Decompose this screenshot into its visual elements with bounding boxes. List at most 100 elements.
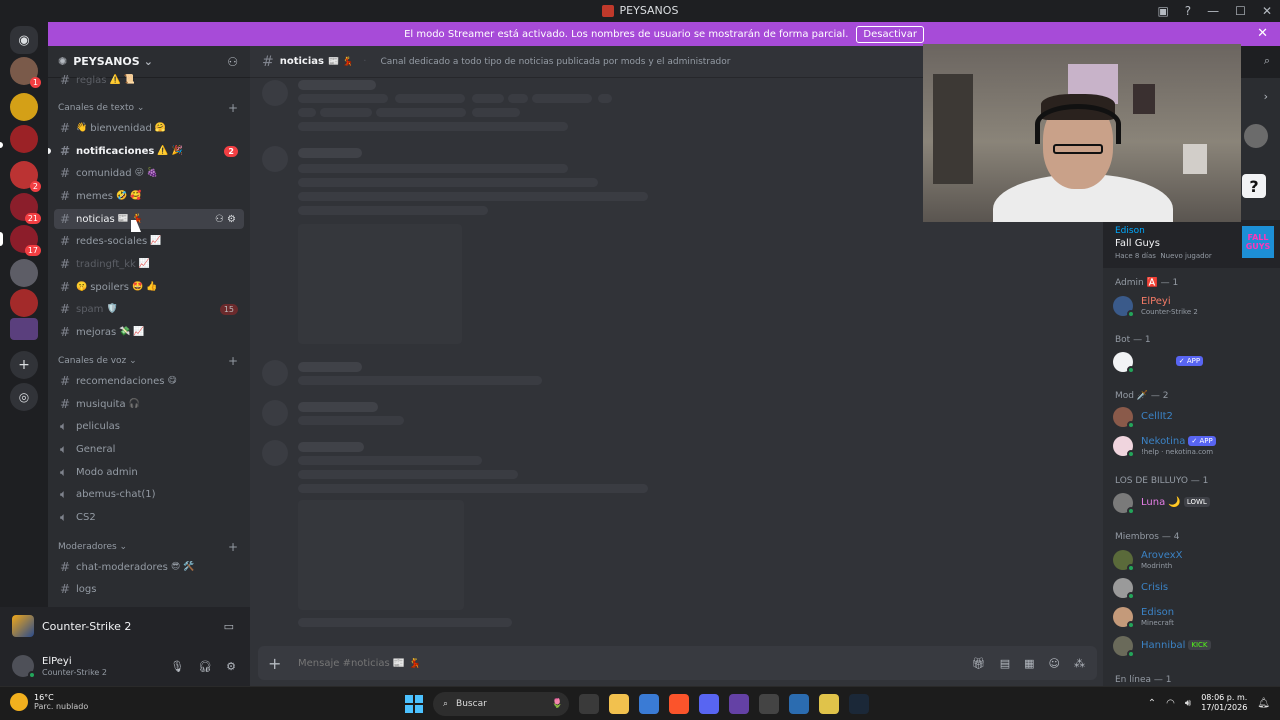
add-channel-icon[interactable]: + bbox=[228, 540, 238, 554]
server-icon-active[interactable]: 17 bbox=[10, 225, 41, 256]
app-icon[interactable] bbox=[789, 694, 809, 714]
message-input[interactable] bbox=[298, 657, 898, 669]
windows-start-icon[interactable] bbox=[405, 695, 423, 713]
minimize-button[interactable]: — bbox=[1207, 4, 1219, 18]
discord-home-icon[interactable]: ◉ bbox=[10, 26, 38, 54]
inbox-icon[interactable]: ▣ bbox=[1157, 4, 1168, 18]
gif-icon[interactable]: ▤ bbox=[1000, 657, 1010, 670]
gift-icon[interactable]: 🎁︎ bbox=[972, 657, 986, 670]
clock[interactable]: 08:06 p. m. 17/01/2026 bbox=[1201, 693, 1247, 713]
server-icon-peysanos[interactable] bbox=[10, 125, 38, 153]
chevron-up-icon[interactable]: ⌃ bbox=[1148, 698, 1156, 709]
weather-widget[interactable]: 16°C Parc. nublado bbox=[10, 693, 88, 711]
app-icon[interactable] bbox=[729, 694, 749, 714]
gear-icon[interactable]: ⚙ bbox=[227, 214, 236, 225]
channel-reglas[interactable]: # reglas ⚠️ 📜 bbox=[54, 70, 244, 90]
category-voice[interactable]: Canales de voz ⌄ bbox=[58, 356, 137, 366]
server-icon[interactable]: 1 bbox=[10, 57, 41, 88]
channel-logs[interactable]: # logs bbox=[54, 579, 244, 599]
server-icon[interactable]: 21 bbox=[10, 193, 41, 224]
member-nekotina[interactable]: Nekotina ✓ APP !help · nekotina.com bbox=[1113, 434, 1273, 458]
help-icon[interactable]: ? bbox=[1185, 4, 1191, 18]
channel-spam[interactable]: # spam 🛡️ 15 bbox=[54, 299, 244, 319]
member-hannibal[interactable]: Hannibal KICK bbox=[1113, 634, 1273, 658]
server-icon[interactable] bbox=[10, 93, 38, 121]
voice-channel-peliculas[interactable]: 🔈︎ peliculas bbox=[54, 416, 244, 436]
maximize-button[interactable]: ☐ bbox=[1235, 4, 1246, 18]
activity-status[interactable]: Counter-Strike 2 ▭ bbox=[6, 611, 244, 641]
channel-bienvenidad[interactable]: # 👋 bienvenidad 🤗 bbox=[54, 118, 244, 138]
channel-noticias[interactable]: # noticias 📰 💃 ⚇ ⚙ bbox=[54, 209, 244, 229]
headphones-icon bbox=[1035, 104, 1121, 144]
microphone-icon[interactable]: 🎙︎ bbox=[170, 660, 184, 673]
discover-icon[interactable]: ◎ bbox=[10, 383, 38, 411]
app-icon[interactable] bbox=[819, 694, 839, 714]
channel-mejoras[interactable]: # mejoras 💸 📈 bbox=[54, 322, 244, 342]
gear-icon[interactable]: ⚙ bbox=[226, 660, 236, 673]
channel-chat-moderadores[interactable]: # chat-moderadores 😎 🛠️ bbox=[54, 557, 244, 577]
category-moderadores[interactable]: Moderadores ⌄ bbox=[58, 542, 127, 552]
taskbar-search[interactable]: ⌕ Buscar 🌷 bbox=[433, 692, 569, 716]
category-text[interactable]: Canales de texto ⌄ bbox=[58, 103, 144, 113]
channel-spoilers[interactable]: # 🤫 spoilers 🤩 👍 bbox=[54, 277, 244, 297]
channel-notificaciones[interactable]: # notificaciones ⚠️ 🎉 2 bbox=[54, 141, 244, 161]
invite-icon[interactable]: ⚇ bbox=[227, 55, 238, 69]
sticker-icon[interactable]: ▦ bbox=[1024, 657, 1034, 670]
skeleton-line bbox=[298, 442, 364, 452]
member-elpeyi[interactable]: ElPeyi Counter-Strike 2 bbox=[1113, 294, 1273, 318]
member-luna[interactable]: Luna 🌙 LOWL bbox=[1113, 491, 1273, 515]
add-channel-icon[interactable]: + bbox=[228, 101, 238, 115]
channel-musiquita[interactable]: # musiquita 🎧 bbox=[54, 394, 244, 414]
chevron-right-icon[interactable]: › bbox=[1264, 90, 1268, 103]
server-icon[interactable] bbox=[10, 259, 38, 287]
member-edison[interactable]: Edison Minecraft bbox=[1113, 605, 1273, 629]
member-arovexx[interactable]: ArovexX Modrinth bbox=[1113, 548, 1273, 572]
voice-channel-general[interactable]: 🔈︎ General bbox=[54, 439, 244, 459]
apps-icon[interactable]: ⁂ bbox=[1074, 657, 1085, 670]
discord-icon[interactable] bbox=[699, 694, 719, 714]
server-profile-icon[interactable] bbox=[1244, 124, 1268, 148]
notification-icon[interactable]: 🔔︎ bbox=[1257, 698, 1270, 709]
voice-channel-modo-admin[interactable]: 🔈︎ Modo admin bbox=[54, 462, 244, 482]
server-icon[interactable] bbox=[10, 289, 38, 317]
close-window-button[interactable]: ✕ bbox=[1262, 4, 1272, 18]
channel-tradingft[interactable]: # tradingft_kk 📈 bbox=[54, 254, 244, 274]
network-icon[interactable]: ◠ bbox=[1166, 698, 1175, 709]
voice-channel-abemus[interactable]: 🔈︎ abemus-chat(1) bbox=[54, 484, 244, 504]
volume-icon[interactable]: 🔊︎ bbox=[1185, 698, 1191, 709]
app-icon[interactable] bbox=[759, 694, 779, 714]
member-crisis[interactable]: Crisis bbox=[1113, 576, 1273, 600]
channel-redes-sociales[interactable]: # redes-sociales 📈 bbox=[54, 231, 244, 251]
server-icon[interactable]: 2 bbox=[10, 161, 41, 192]
system-tray: ⌃ ◠ 🔊︎ 08:06 p. m. 17/01/2026 🔔︎ bbox=[1148, 693, 1270, 713]
headphones-icon[interactable]: 🎧︎ bbox=[198, 660, 212, 673]
emoji-icon[interactable]: ☺ bbox=[1049, 657, 1060, 670]
file-explorer-icon[interactable] bbox=[609, 694, 629, 714]
store-icon[interactable] bbox=[639, 694, 659, 714]
group-bot: Bot — 1 bbox=[1115, 335, 1151, 345]
disable-streamer-button[interactable]: Desactivar bbox=[856, 25, 924, 43]
member-cellit2[interactable]: CellIt2 bbox=[1113, 405, 1273, 429]
screen-share-icon[interactable]: ▭ bbox=[224, 620, 234, 633]
member-bot[interactable]: ✓ APP bbox=[1113, 350, 1273, 374]
brave-icon[interactable] bbox=[669, 694, 689, 714]
server-boost-icon: ✺ bbox=[58, 55, 68, 68]
close-banner-icon[interactable]: ✕ bbox=[1257, 26, 1268, 41]
invite-user-icon[interactable]: ⚇ bbox=[215, 214, 224, 225]
server-icon[interactable] bbox=[10, 318, 38, 340]
task-view-icon[interactable] bbox=[579, 694, 599, 714]
window-controls: ▣ ? — ☐ ✕ bbox=[1157, 0, 1272, 21]
add-attachment-button[interactable]: + bbox=[268, 654, 298, 673]
search-icon[interactable]: ⌕ bbox=[1264, 54, 1270, 68]
voice-channel-cs2[interactable]: 🔈︎ CS2 bbox=[54, 507, 244, 527]
channel-recomendaciones[interactable]: # recomendaciones 😋 bbox=[54, 371, 244, 391]
steam-icon[interactable] bbox=[849, 694, 869, 714]
user-row[interactable]: ElPeyi Counter-Strike 2 🎙︎ 🎧︎ ⚙ bbox=[6, 651, 244, 681]
channel-name: logs bbox=[76, 583, 97, 595]
channel-comunidad[interactable]: # comunidad 😜 🍇 bbox=[54, 163, 244, 183]
activity-card[interactable]: Edison Fall Guys Hace 8 días Nuevo jugad… bbox=[1103, 220, 1280, 268]
channel-memes[interactable]: # memes 🤣 🥰 bbox=[54, 186, 244, 206]
speaker-icon: 🔈︎ bbox=[60, 464, 68, 479]
add-server-icon[interactable]: + bbox=[10, 351, 38, 379]
add-channel-icon[interactable]: + bbox=[228, 354, 238, 368]
